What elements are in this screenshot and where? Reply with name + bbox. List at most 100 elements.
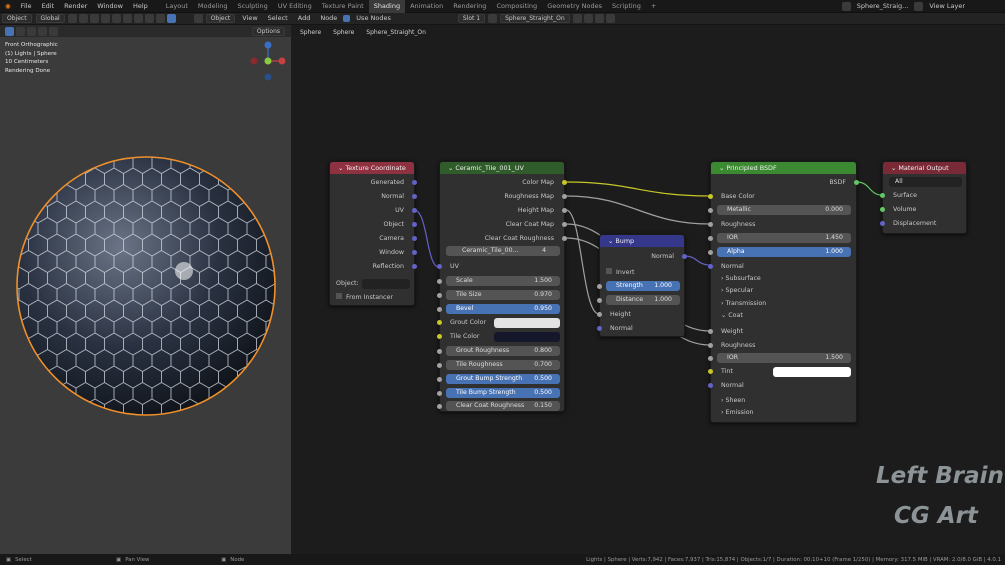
blender-logo-icon[interactable]: ◉ <box>0 0 16 13</box>
sphere-render[interactable] <box>0 135 291 435</box>
select-tool-icon[interactable] <box>5 26 14 36</box>
grout-bump-strength-field[interactable]: Grout Bump Strength 0.500 <box>446 374 560 384</box>
add-workspace-button[interactable]: + <box>646 0 661 13</box>
node-header[interactable]: ⌄ Texture Coordinate <box>330 162 414 174</box>
panel-transmission[interactable]: › Transmission <box>711 298 856 309</box>
tab-compositing[interactable]: Compositing <box>491 0 542 13</box>
grout-roughness-field[interactable]: Grout Roughness 0.800 <box>446 346 560 356</box>
grout-color-swatch[interactable] <box>494 318 560 328</box>
gizmo-icon[interactable] <box>111 14 121 23</box>
menu-file[interactable]: File <box>16 0 37 13</box>
node-header[interactable]: ⌄ Ceramic_Tile_001_UV <box>440 162 564 174</box>
tile-size-field[interactable]: Tile Size 0.970 <box>446 290 560 300</box>
object-mode-dropdown[interactable]: Object <box>2 14 32 23</box>
coat-tint-swatch[interactable] <box>773 367 851 377</box>
shading-material-icon[interactable] <box>155 14 165 23</box>
tab-geometry-nodes[interactable]: Geometry Nodes <box>542 0 607 13</box>
invert-checkbox[interactable]: Invert <box>606 267 684 278</box>
tab-rendering[interactable]: Rendering <box>448 0 491 13</box>
distance-field[interactable]: Distance 1.000 <box>606 295 680 305</box>
node-header[interactable]: ⌄ Principled BSDF <box>711 162 856 174</box>
panel-emission[interactable]: › Emission <box>711 407 856 418</box>
use-nodes-checkbox[interactable] <box>343 15 351 22</box>
navigation-gizmo[interactable] <box>248 39 288 83</box>
ior-field[interactable]: IOR 1.450 <box>717 233 851 243</box>
output-object: Object <box>383 221 404 228</box>
3d-viewport[interactable]: Options Front Orthographic (1) Lights | … <box>0 25 291 554</box>
panel-coat[interactable]: ⌄ Coat <box>711 310 856 321</box>
menu-add[interactable]: Add <box>293 12 316 25</box>
unlink-icon[interactable] <box>594 14 604 23</box>
node-header[interactable]: ⌄ Bump <box>600 235 684 247</box>
select-subtract-icon[interactable] <box>38 26 47 36</box>
material-output-node[interactable]: ⌄ Material Output All Surface Volume Dis… <box>880 161 967 234</box>
orientation-dropdown[interactable]: Global <box>35 14 65 23</box>
group-datablock-field[interactable]: Ceramic_Tile_00... 4 <box>446 246 560 256</box>
slot-dropdown[interactable]: Slot 1 <box>457 14 486 23</box>
strength-field[interactable]: Strength 1.000 <box>606 281 680 291</box>
ceramic-tile-group-node[interactable]: ⌄ Ceramic_Tile_001_UV Color Map Roughnes… <box>437 161 567 412</box>
bump-node[interactable]: ⌄ Bump Normal Invert Strength 1.000 Dista… <box>597 234 687 337</box>
snap-icon[interactable] <box>78 14 88 23</box>
panel-subsurface[interactable]: › Subsurface <box>711 273 856 284</box>
bevel-field[interactable]: Bevel 0.950 <box>446 304 560 314</box>
alpha-field[interactable]: Alpha 1.000 <box>717 247 851 257</box>
tab-sculpting[interactable]: Sculpting <box>232 0 272 13</box>
tile-roughness-field[interactable]: Tile Roughness 0.700 <box>446 360 560 370</box>
tile-color-swatch[interactable] <box>494 332 560 342</box>
tab-scripting[interactable]: Scripting <box>607 0 646 13</box>
shading-rendered-icon[interactable] <box>166 14 176 23</box>
visibility-icon[interactable] <box>100 14 110 23</box>
object-field[interactable] <box>362 279 410 289</box>
scale-field[interactable]: Scale 1.500 <box>446 276 560 286</box>
menu-help[interactable]: Help <box>128 0 153 13</box>
select-intersect-icon[interactable] <box>49 26 58 36</box>
menu-edit[interactable]: Edit <box>37 0 60 13</box>
menu-view[interactable]: View <box>237 12 262 25</box>
editor-type-icon[interactable] <box>193 14 203 23</box>
material-selector[interactable]: Sphere_Straight_On <box>500 14 570 23</box>
from-instancer-checkbox[interactable]: From Instancer <box>336 292 414 303</box>
metallic-field[interactable]: Metallic 0.000 <box>717 205 851 215</box>
panel-specular[interactable]: › Specular <box>711 285 856 296</box>
select-extend-icon[interactable] <box>27 26 36 36</box>
menu-node[interactable]: Node <box>315 12 342 25</box>
tab-texture-paint[interactable]: Texture Paint <box>317 0 369 13</box>
tab-layout[interactable]: Layout <box>161 0 193 13</box>
tile-bump-strength-field[interactable]: Tile Bump Strength 0.500 <box>446 388 560 398</box>
pin-icon[interactable] <box>605 14 615 23</box>
overlay-icon[interactable] <box>122 14 132 23</box>
shading-solid-icon[interactable] <box>144 14 154 23</box>
panel-sheen[interactable]: › Sheen <box>711 395 856 406</box>
fake-user-icon[interactable] <box>572 14 582 23</box>
menu-window[interactable]: Window <box>92 0 128 13</box>
tab-uv-editing[interactable]: UV Editing <box>273 0 317 13</box>
options-dropdown[interactable]: Options <box>251 26 285 36</box>
input-uv: UV <box>450 263 459 270</box>
scene-icon <box>841 1 851 11</box>
xray-icon[interactable] <box>133 14 143 23</box>
select-box-icon[interactable] <box>16 26 25 36</box>
output-window: Window <box>379 249 404 256</box>
node-header[interactable]: ⌄ Material Output <box>883 162 966 174</box>
pivot-icon[interactable] <box>67 14 77 23</box>
texture-coordinate-node[interactable]: ⌄ Texture Coordinate Generated Normal UV… <box>329 161 417 306</box>
output-normal: Normal <box>651 253 674 260</box>
coat-ior-field[interactable]: IOR 1.500 <box>717 353 851 363</box>
menu-render[interactable]: Render <box>59 0 92 13</box>
output-bsdf: BSDF <box>829 179 846 186</box>
node-object-dropdown[interactable]: Object <box>205 14 236 23</box>
target-dropdown[interactable]: All <box>889 177 962 187</box>
proportional-icon[interactable] <box>89 14 99 23</box>
principled-bsdf-node[interactable]: ⌄ Principled BSDF BSDF Base Color Metall… <box>708 161 859 423</box>
new-material-icon[interactable] <box>583 14 593 23</box>
clear-coat-roughness-field[interactable]: Clear Coat Roughness 0.150 <box>446 401 560 411</box>
tab-shading[interactable]: Shading <box>368 0 406 13</box>
tab-modeling[interactable]: Modeling <box>193 0 233 13</box>
scene-selector[interactable]: Sphere_Straig... <box>852 0 914 13</box>
node-editor[interactable]: Sphere Sphere Sphere_Straight_On ⌄ Textu… <box>292 25 1005 554</box>
output-reflection: Reflection <box>372 263 404 270</box>
menu-select[interactable]: Select <box>263 12 293 25</box>
tab-animation[interactable]: Animation <box>405 0 448 13</box>
view-layer-selector[interactable]: View Layer <box>924 0 1005 13</box>
